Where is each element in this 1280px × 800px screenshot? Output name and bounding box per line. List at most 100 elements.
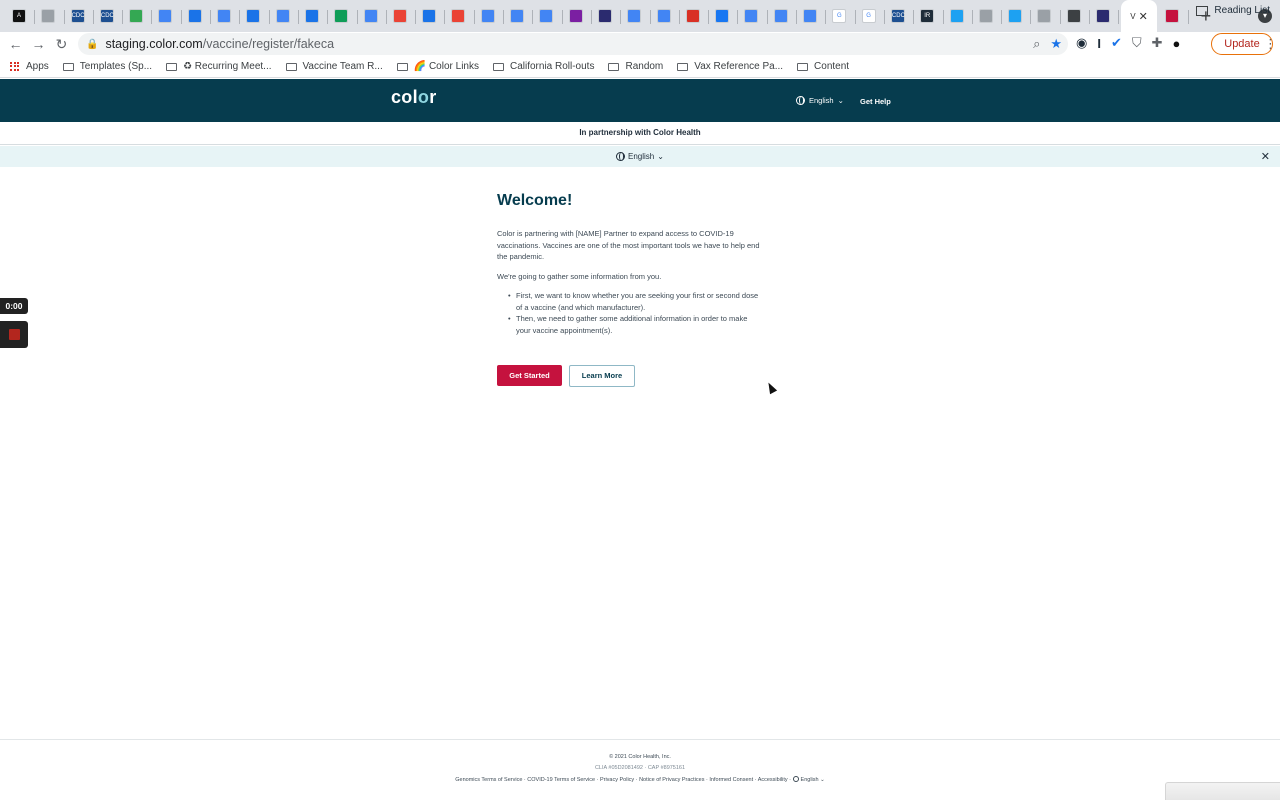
globe-icon	[792, 776, 799, 782]
browser-toolbar: ← → ↻ 🔒 staging.color.com/vaccine/regist…	[0, 32, 1280, 56]
bookmark-star-icon[interactable]: ★	[1050, 36, 1062, 52]
browser-tab[interactable]	[563, 0, 593, 32]
extension-icon-3[interactable]: ✔	[1111, 35, 1122, 51]
footer-links: Genomics Terms of Service · COVID-19 Ter…	[0, 776, 1280, 783]
browser-tab[interactable]	[738, 0, 769, 32]
gather-paragraph: We're going to gather some information f…	[497, 271, 662, 281]
puzzle-icon[interactable]: ✚	[1152, 35, 1163, 51]
browser-tab[interactable]	[416, 0, 446, 32]
browser-tab[interactable]: G	[826, 0, 856, 32]
apps-shortcut[interactable]: Apps	[10, 61, 49, 72]
reading-list-button[interactable]: Reading List	[1196, 5, 1270, 16]
browser-tab[interactable]	[1090, 0, 1120, 32]
browser-tab[interactable]: G	[856, 0, 886, 32]
browser-tab[interactable]	[240, 0, 270, 32]
browser-tab[interactable]	[797, 0, 827, 32]
browser-tab[interactable]	[445, 0, 476, 32]
bookmark-item[interactable]: California Roll-outs	[492, 61, 594, 72]
footer-language-selector[interactable]: English	[801, 777, 819, 783]
footer-link[interactable]: COVID-19 Terms of Service	[527, 777, 595, 783]
forward-icon[interactable]: →	[27, 36, 50, 52]
bookmark-item[interactable]: 🌈 Color Links	[396, 61, 479, 72]
bookmark-item[interactable]: Content	[797, 61, 849, 72]
bookmarks-bar: Apps Templates (Sp... ♻ Recurring Meet... V…	[0, 56, 1280, 78]
menu-icon[interactable]: ⋮	[1264, 36, 1277, 52]
tab-favicon-icon	[656, 9, 671, 23]
browser-tab[interactable]: A	[6, 0, 36, 32]
browser-tab[interactable]	[182, 0, 212, 32]
browser-tab[interactable]	[387, 0, 417, 32]
browser-tab[interactable]	[1061, 0, 1091, 32]
back-icon[interactable]: ←	[4, 36, 27, 52]
browser-tab[interactable]: CDC	[65, 0, 95, 32]
browser-tab[interactable]	[1031, 0, 1061, 32]
tab-favicon-icon	[422, 9, 437, 23]
browser-tab[interactable]	[328, 0, 358, 32]
lock-icon: 🔒	[86, 38, 99, 50]
zoom-icon[interactable]: ⌕	[1033, 36, 1040, 52]
footer-link[interactable]: Notice of Privacy Practices	[639, 777, 704, 783]
footer-link[interactable]: Accessibility	[758, 777, 788, 783]
color-logo[interactable]: color	[391, 87, 437, 108]
extension-icon-1[interactable]: ◉	[1076, 35, 1087, 51]
active-browser-tab[interactable]: V ✕	[1121, 0, 1158, 32]
browser-tab[interactable]	[504, 0, 534, 32]
tab-favicon-icon	[1066, 9, 1081, 23]
logo-part-3: r	[429, 87, 437, 107]
logo-part-1: col	[391, 87, 418, 107]
profile-avatar-icon[interactable]: ●	[1173, 36, 1181, 51]
browser-tab[interactable]	[651, 0, 681, 32]
close-tab-icon[interactable]: ✕	[1139, 10, 1148, 23]
browser-tab[interactable]	[533, 0, 563, 32]
folder-icon	[797, 62, 809, 71]
bookmark-item[interactable]: Random	[608, 61, 663, 72]
browser-tab[interactable]: IR	[914, 0, 944, 32]
browser-tab[interactable]	[358, 0, 388, 32]
browser-tab[interactable]	[680, 0, 710, 32]
pocket-icon[interactable]: ⛉	[1132, 35, 1142, 51]
browser-tab[interactable]	[123, 0, 153, 32]
get-started-button[interactable]: Get Started	[497, 365, 562, 386]
address-bar[interactable]: 🔒 staging.color.com/vaccine/register/fak…	[78, 33, 1068, 55]
extension-icon-2[interactable]: I	[1097, 36, 1101, 51]
browser-tab[interactable]	[592, 0, 622, 32]
stop-recording-button[interactable]	[0, 321, 28, 348]
bookmark-item[interactable]: Templates (Sp...	[62, 61, 152, 72]
browser-tab[interactable]	[944, 0, 974, 32]
browser-tab[interactable]	[211, 0, 241, 32]
browser-tab[interactable]	[1002, 0, 1032, 32]
footer-link[interactable]: Informed Consent	[709, 777, 753, 783]
browser-tab[interactable]: CDC	[94, 0, 124, 32]
footer-link[interactable]: Genomics Terms of Service	[455, 777, 522, 783]
apps-grid-icon	[10, 61, 20, 72]
footer-link[interactable]: Privacy Policy	[600, 777, 634, 783]
tab-favicon-icon	[334, 9, 349, 23]
browser-tab[interactable]	[35, 0, 65, 32]
browser-tab[interactable]	[152, 0, 183, 32]
active-tab-glyph: V	[1130, 11, 1136, 21]
language-bar-selector[interactable]: English	[628, 152, 654, 161]
chevron-down-icon: ⌄	[818, 777, 825, 783]
browser-tab[interactable]	[709, 0, 739, 32]
browser-tab[interactable]	[973, 0, 1003, 32]
browser-tab[interactable]: CDC	[885, 0, 915, 32]
bookmark-item[interactable]: Vaccine Team R...	[285, 61, 383, 72]
tab-favicon-icon	[949, 9, 964, 23]
browser-tab[interactable]	[475, 0, 505, 32]
bookmark-label: ♻ Recurring Meet...	[183, 61, 272, 72]
bookmark-item[interactable]: Vax Reference Pa...	[677, 61, 783, 72]
header-language-label: English	[809, 96, 834, 105]
tab-favicon-icon	[1008, 9, 1023, 23]
browser-tab[interactable]	[1159, 0, 1189, 32]
learn-more-button[interactable]: Learn More	[569, 365, 635, 387]
get-help-link[interactable]: Get Help	[860, 97, 891, 106]
close-icon[interactable]: ✕	[1261, 150, 1270, 163]
reload-icon[interactable]: ↻	[50, 36, 73, 53]
browser-tab[interactable]	[768, 0, 798, 32]
tab-favicon-icon	[392, 9, 407, 23]
header-language-selector[interactable]: English ⌄	[796, 96, 844, 105]
browser-tab[interactable]	[299, 0, 329, 32]
browser-tab[interactable]	[621, 0, 651, 32]
browser-tab[interactable]	[270, 0, 300, 32]
bookmark-item[interactable]: ♻ Recurring Meet...	[166, 61, 272, 72]
